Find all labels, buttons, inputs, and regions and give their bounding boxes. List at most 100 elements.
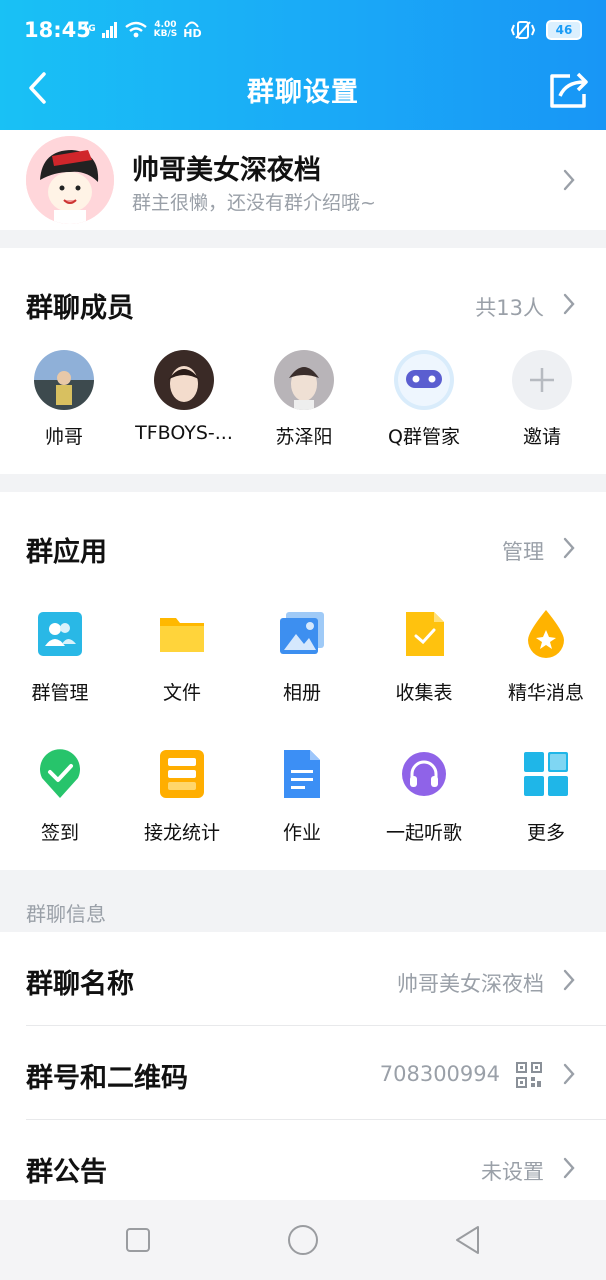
member-name: Q群管家	[388, 426, 460, 448]
invite-avatar	[512, 350, 572, 410]
grid-more-icon	[524, 752, 568, 796]
photo-album-icon	[280, 612, 324, 654]
group-apps-card: 群应用 管理 群管理 文件 相册 收集表 精华消息 签到 接龙统计 作业 一起听…	[0, 492, 606, 870]
app-more[interactable]: 更多	[486, 748, 606, 845]
member-item[interactable]: TFBOYS-...	[124, 350, 244, 444]
apps-manage-link[interactable]: 管理	[502, 536, 544, 566]
plus-icon	[530, 368, 554, 392]
app-label: 一起听歌	[385, 822, 462, 844]
page-title: 群聊设置	[247, 77, 359, 108]
hd-label: HD	[183, 27, 202, 40]
cartoon-girl-avatar-icon	[26, 136, 114, 224]
group-name-row[interactable]: 群聊名称 帅哥美女深夜档	[0, 932, 606, 1026]
boy-avatar-icon	[274, 350, 334, 410]
group-profile-card[interactable]: 帅哥美女深夜档 群主很懒，还没有群介绍哦~	[0, 130, 606, 230]
member-item[interactable]: 苏泽阳	[244, 350, 364, 449]
app-label: 群管理	[31, 682, 89, 704]
member-avatar	[274, 350, 334, 410]
chevron-right-icon	[563, 1063, 575, 1085]
member-name: TFBOYS-...	[135, 422, 233, 444]
apps-title: 群应用	[26, 537, 107, 568]
invite-button[interactable]: 邀请	[482, 350, 602, 449]
group-number-qr-row[interactable]: 群号和二维码 708300994	[0, 1026, 606, 1120]
status-right: 46	[510, 20, 582, 40]
row-value: 未设置	[481, 1160, 544, 1184]
app-label: 接龙统计	[143, 822, 220, 844]
app-group-manage[interactable]: 群管理	[0, 608, 120, 705]
relay-list-icon	[160, 750, 204, 798]
status-time: 18:45	[24, 18, 91, 42]
row-key: 群号和二维码	[26, 1063, 188, 1094]
landscape-avatar-icon	[34, 350, 94, 410]
row-key: 群公告	[26, 1157, 107, 1188]
app-checkin[interactable]: 签到	[0, 748, 120, 845]
group-name: 帅哥美女深夜档	[132, 155, 321, 186]
group-manage-icon	[38, 612, 82, 656]
chevron-right-icon[interactable]	[562, 536, 576, 560]
row-key: 群聊名称	[26, 969, 134, 1000]
member-name: 苏泽阳	[275, 426, 333, 448]
invite-label: 邀请	[522, 426, 561, 448]
hd-indicator: HD	[183, 20, 202, 40]
group-announcement-row[interactable]: 群公告 未设置	[0, 1120, 606, 1200]
member-item[interactable]: 帅哥	[4, 350, 124, 449]
chevron-right-icon	[563, 1157, 575, 1179]
chevron-right-icon[interactable]	[562, 292, 576, 316]
folder-icon	[160, 618, 204, 652]
speed-unit: KB/S	[153, 28, 178, 39]
row-value: 帅哥美女深夜档	[397, 972, 544, 996]
member-item[interactable]: Q群管家	[364, 350, 484, 449]
app-essence-messages[interactable]: 精华消息	[486, 608, 606, 705]
app-album[interactable]: 相册	[242, 608, 362, 705]
essence-drop-icon	[528, 610, 564, 658]
battery-indicator: 46	[546, 20, 582, 40]
app-label: 更多	[526, 822, 565, 844]
back-triangle-icon[interactable]	[450, 1222, 486, 1258]
vibrate-icon	[510, 21, 536, 39]
app-label: 精华消息	[507, 682, 584, 704]
status-left-icons: 4G 4.00 KB/S HD	[82, 20, 202, 39]
qr-code-icon	[516, 1062, 542, 1088]
members-count[interactable]: 共13人	[475, 292, 544, 322]
member-avatar	[34, 350, 94, 410]
share-button[interactable]	[544, 64, 594, 112]
group-intro: 群主很懒，还没有群介绍哦~	[132, 192, 376, 214]
system-navigation-bar	[0, 1200, 606, 1280]
net-speed: 4.00 KB/S	[153, 20, 178, 39]
signal-icon	[101, 21, 117, 38]
recent-apps-icon[interactable]	[120, 1222, 156, 1258]
home-icon[interactable]	[285, 1222, 321, 1258]
network-type: 4G	[82, 24, 96, 34]
nav-bar: 群聊设置	[0, 60, 606, 116]
group-avatar	[26, 136, 114, 224]
app-files[interactable]: 文件	[122, 608, 242, 705]
chevron-right-icon	[563, 969, 575, 991]
girl-avatar-icon	[154, 350, 214, 410]
app-label: 相册	[282, 682, 321, 704]
status-bar: 18:45 4G 4.00 KB/S HD 46	[0, 14, 606, 50]
member-avatar	[394, 350, 454, 410]
member-avatar	[154, 350, 214, 410]
robot-avatar-icon	[394, 350, 454, 410]
app-label: 收集表	[395, 682, 453, 704]
header: 18:45 4G 4.00 KB/S HD 46 群聊设置	[0, 0, 606, 130]
app-label: 作业	[282, 822, 321, 844]
info-section-label: 群聊信息	[26, 902, 106, 926]
app-listen-together[interactable]: 一起听歌	[364, 748, 484, 845]
members-title: 群聊成员	[26, 293, 134, 324]
member-name: 帅哥	[44, 426, 83, 448]
app-label: 文件	[162, 682, 201, 704]
members-card: 群聊成员 共13人 帅哥 TFBOYS-... 苏泽阳 Q群管家 邀请	[0, 248, 606, 474]
app-label: 签到	[40, 822, 79, 844]
checkin-icon	[40, 749, 80, 798]
wifi-icon	[124, 21, 147, 37]
row-value: 708300994	[379, 1062, 500, 1086]
document-icon	[284, 750, 320, 798]
chevron-right-icon	[563, 169, 575, 191]
app-collect-form[interactable]: 收集表	[364, 608, 484, 705]
headphones-icon	[402, 752, 446, 796]
share-icon	[550, 72, 588, 108]
app-relay-stats[interactable]: 接龙统计	[122, 748, 242, 845]
app-homework[interactable]: 作业	[242, 748, 362, 845]
collect-form-icon	[406, 612, 444, 656]
